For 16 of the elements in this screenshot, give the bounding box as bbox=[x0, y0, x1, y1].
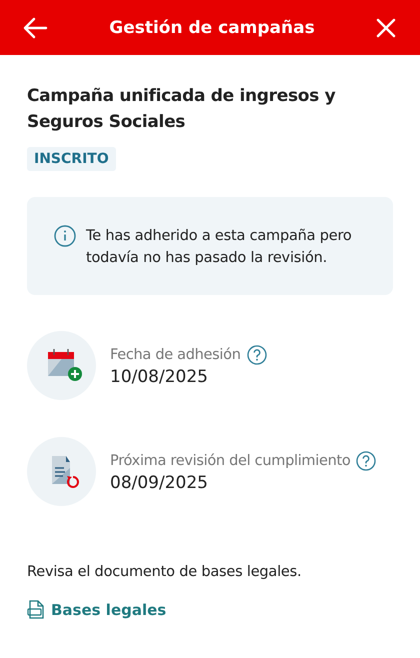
help-icon[interactable] bbox=[356, 450, 376, 470]
back-button[interactable] bbox=[22, 16, 48, 38]
date-label: Fecha de adhesión bbox=[110, 346, 241, 362]
campaign-title: Campaña unificada de ingresos y Seguros Sociales bbox=[27, 85, 336, 134]
date-value: 08/09/2025 bbox=[110, 472, 209, 492]
date-value: 10/08/2025 bbox=[110, 366, 209, 386]
status-badge: INSCRITO bbox=[27, 147, 116, 171]
screen-title: Gestión de campañas bbox=[109, 18, 315, 38]
info-message: Te has adherido a esta campaña pero todavía no has pasado la revisión. bbox=[86, 227, 353, 268]
legal-bases-link[interactable]: Bases legales bbox=[27, 600, 166, 620]
documents-hint: Revisa el documento de bases legales. bbox=[27, 564, 302, 580]
date-label: Próxima revisión del cumplimiento bbox=[110, 452, 350, 468]
info-icon bbox=[54, 225, 76, 247]
close-button[interactable] bbox=[376, 18, 396, 38]
pdf-file-icon bbox=[27, 600, 45, 620]
help-icon[interactable] bbox=[246, 344, 267, 364]
